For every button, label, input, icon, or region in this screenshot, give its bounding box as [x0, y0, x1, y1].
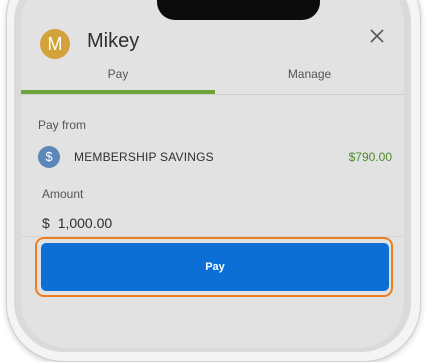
tab-manage[interactable]: Manage: [215, 64, 404, 94]
tab-divider: [21, 94, 404, 95]
tab-manage-label: Manage: [287, 67, 332, 81]
user-name: Mikey: [87, 30, 140, 52]
pay-from-label: Pay from: [38, 118, 87, 132]
amount-label: Amount: [42, 187, 84, 201]
account-name: MEMBERSHIP SAVINGS: [74, 150, 214, 164]
dollar-icon: $: [38, 146, 60, 168]
currency-symbol: $: [42, 215, 50, 231]
avatar: M: [40, 29, 70, 59]
account-balance: $790.00: [348, 150, 392, 164]
pay-from-account[interactable]: $ MEMBERSHIP SAVINGS $790.00: [21, 140, 404, 174]
tab-pay[interactable]: Pay: [21, 64, 215, 94]
tab-pay-label: Pay: [107, 67, 129, 81]
tab-bar: Pay Manage: [21, 64, 404, 94]
amount-value: 1,000.00: [57, 215, 113, 231]
amount-field[interactable]: $ 1,000.00: [42, 215, 112, 231]
header: M Mikey: [21, 24, 404, 64]
pay-button[interactable]: Pay: [41, 243, 389, 291]
close-icon[interactable]: [367, 26, 387, 46]
device-notch: [157, 0, 320, 20]
